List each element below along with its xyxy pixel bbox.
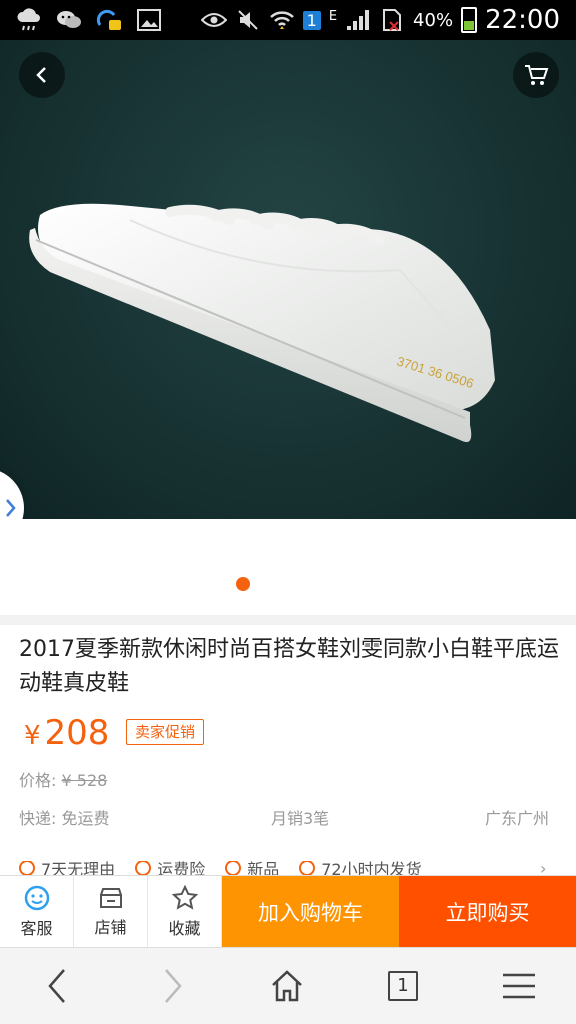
chevron-left-icon bbox=[36, 67, 46, 83]
chevron-right-icon bbox=[165, 969, 182, 1003]
original-price: 价格: ¥ 528 bbox=[19, 767, 107, 791]
chevron-left-icon bbox=[48, 969, 65, 1003]
favorite-button[interactable]: 收藏 bbox=[148, 876, 222, 948]
service-item: 运费险 bbox=[135, 861, 205, 875]
shipping-info: 快递: 免运费 bbox=[19, 809, 110, 828]
add-to-cart-button[interactable]: 加入购物车 bbox=[222, 876, 399, 947]
product-price: ¥ 208 bbox=[24, 713, 109, 753]
sim-missing-icon bbox=[379, 7, 405, 33]
favorite-label: 收藏 bbox=[168, 919, 201, 938]
clock: 22:00 bbox=[485, 5, 560, 35]
back-button[interactable] bbox=[19, 52, 65, 98]
original-price-label: 价格: bbox=[19, 771, 57, 790]
customer-service-label: 客服 bbox=[20, 919, 53, 938]
home-icon bbox=[272, 970, 302, 1002]
weather-icon bbox=[16, 7, 42, 33]
browser-navigation-bar: 1 bbox=[0, 947, 576, 1024]
browser-back-button[interactable] bbox=[37, 966, 77, 1006]
wifi-icon bbox=[269, 7, 295, 33]
star-icon bbox=[171, 885, 198, 910]
browser-home-button[interactable] bbox=[267, 966, 307, 1006]
check-icon bbox=[299, 861, 316, 875]
product-title: 2017夏季新款休闲时尚百搭女鞋刘雯同款小白鞋平底运动鞋真皮鞋 bbox=[19, 637, 559, 696]
carousel-pager bbox=[0, 519, 576, 615]
cart-button[interactable] bbox=[513, 52, 559, 98]
shopping-cart-icon bbox=[525, 65, 549, 85]
browser-forward-button[interactable] bbox=[153, 966, 193, 1006]
battery-icon bbox=[461, 7, 478, 33]
check-icon bbox=[135, 861, 152, 875]
tab-count: 1 bbox=[388, 971, 418, 1001]
eye-icon bbox=[200, 7, 227, 33]
price-currency: ¥ bbox=[24, 721, 41, 751]
browser-menu-button[interactable] bbox=[499, 966, 539, 1006]
divider bbox=[0, 615, 576, 625]
service-item: 7天无理由 bbox=[19, 861, 115, 875]
product-image-carousel[interactable]: 3701 36 0506 bbox=[0, 40, 576, 519]
sneaker-image: 3701 36 0506 bbox=[29, 203, 495, 443]
wechat-icon bbox=[56, 7, 82, 33]
network-type: E bbox=[328, 9, 338, 24]
purchase-action-bar: 客服 店铺 收藏 加入购物车 立即购买 bbox=[0, 875, 576, 948]
customer-service-button[interactable]: 客服 bbox=[0, 876, 74, 948]
signal-icon bbox=[345, 7, 371, 33]
status-bar: 1 E 40% 22:00 bbox=[0, 0, 576, 40]
battery-percent: 40% bbox=[413, 9, 454, 31]
check-icon bbox=[225, 861, 242, 875]
sim-badge: 1 bbox=[302, 10, 321, 30]
monthly-sales: 月销3笔 bbox=[271, 809, 330, 828]
check-icon bbox=[19, 861, 35, 875]
price-value: 208 bbox=[44, 713, 110, 753]
service-item: 新品 bbox=[225, 861, 279, 875]
service-item: 72小时内发货 bbox=[299, 861, 422, 875]
sync-app-icon bbox=[96, 7, 122, 33]
pager-dot-active[interactable] bbox=[236, 577, 250, 591]
gallery-icon bbox=[136, 7, 162, 33]
shop-button[interactable]: 店铺 bbox=[74, 876, 148, 948]
store-icon bbox=[99, 888, 122, 908]
browser-tabs-button[interactable]: 1 bbox=[383, 966, 423, 1006]
service-guarantees[interactable]: 7天无理由 运费险 新品 72小时内发货 bbox=[19, 861, 559, 875]
product-info: 2017夏季新款休闲时尚百搭女鞋刘雯同款小白鞋平底运动鞋真皮鞋 ¥ 208 卖家… bbox=[0, 625, 576, 878]
smiley-service-icon bbox=[24, 885, 49, 911]
chevron-right-icon bbox=[6, 499, 16, 517]
mute-icon bbox=[235, 7, 261, 33]
promo-badge: 卖家促销 bbox=[126, 719, 205, 745]
menu-icon bbox=[503, 973, 535, 999]
buy-now-button[interactable]: 立即购买 bbox=[399, 876, 576, 947]
shop-label: 店铺 bbox=[94, 918, 127, 937]
location: 广东广州 bbox=[485, 809, 550, 828]
original-price-value: ¥ 528 bbox=[61, 771, 108, 790]
